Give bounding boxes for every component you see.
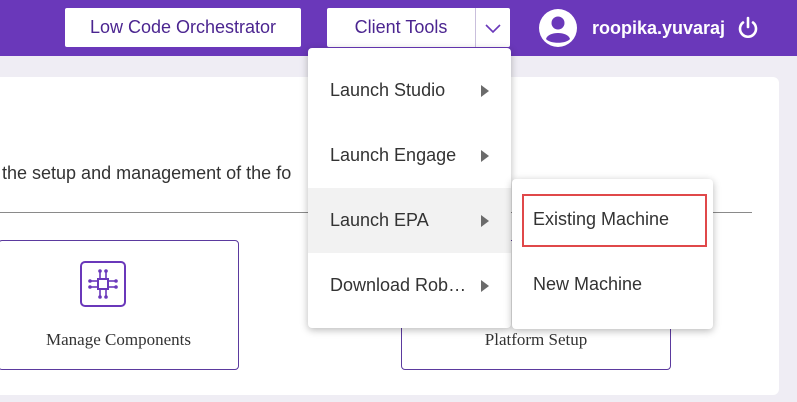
manage-components-label: Manage Components xyxy=(46,330,191,349)
power-logout-icon[interactable] xyxy=(735,15,761,41)
menu-item-launch-studio[interactable]: Launch Studio xyxy=(308,58,511,123)
menu-item-launch-epa[interactable]: Launch EPA xyxy=(308,188,511,253)
manage-components-tile[interactable]: Manage Components xyxy=(0,240,239,370)
client-tools-button[interactable]: Client Tools xyxy=(327,8,475,47)
epa-submenu: Existing Machine New Machine xyxy=(512,179,713,329)
menu-item-label: Download Rob… xyxy=(330,275,467,295)
menu-item-label: Launch EPA xyxy=(330,210,429,230)
user-avatar-icon[interactable] xyxy=(539,9,577,47)
menu-item-label: Launch Studio xyxy=(330,80,446,100)
menu-item-label: Launch Engage xyxy=(330,145,457,165)
chevron-right-icon xyxy=(481,85,489,97)
submenu-item-label: Existing Machine xyxy=(533,209,670,229)
username-label[interactable]: roopika.yuvaraj xyxy=(592,15,725,41)
menu-item-download-robot[interactable]: Download Rob… xyxy=(308,253,511,318)
low-code-orchestrator-button[interactable]: Low Code Orchestrator xyxy=(65,8,301,47)
chevron-right-icon xyxy=(481,150,489,162)
intro-text: the setup and management of the fo xyxy=(2,163,292,183)
submenu-item-label: New Machine xyxy=(533,274,643,294)
submenu-item-new-machine[interactable]: New Machine xyxy=(512,252,713,317)
client-tools-menu: Launch Studio Launch Engage Launch EPA D… xyxy=(308,48,511,328)
submenu-item-existing-machine[interactable]: Existing Machine xyxy=(512,187,713,252)
client-tools-dropdown[interactable]: Client Tools xyxy=(327,8,510,47)
component-chip-icon xyxy=(80,261,126,307)
chevron-down-icon[interactable] xyxy=(475,8,510,47)
menu-item-launch-engage[interactable]: Launch Engage xyxy=(308,123,511,188)
platform-setup-label: Platform Setup xyxy=(484,330,588,349)
chevron-right-icon xyxy=(481,280,489,292)
chevron-right-icon xyxy=(481,215,489,227)
